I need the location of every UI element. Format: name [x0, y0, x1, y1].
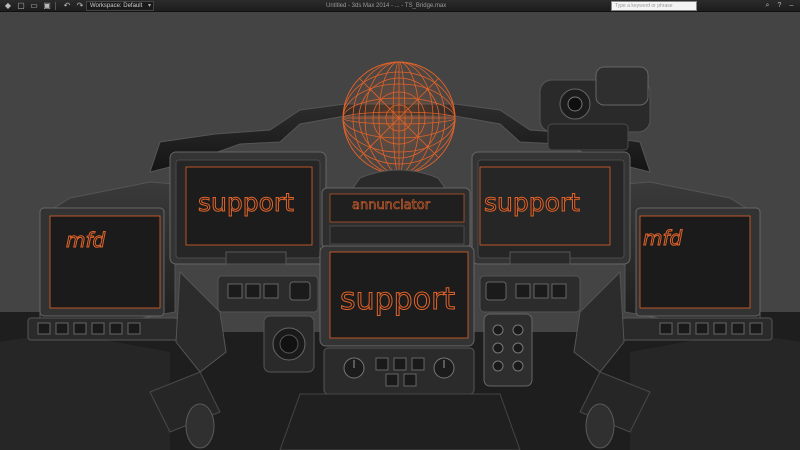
round-knob-panel: [263, 315, 315, 373]
sphere-pedestal: [352, 169, 446, 189]
document-title: Untitled - 3ds Max 2014 - ... - TS_Bridg…: [326, 3, 447, 9]
left-button-strip: [27, 317, 179, 341]
chevron-down-icon: ▾: [147, 3, 151, 9]
workspace-dropdown[interactable]: Workspace: Default ▾: [86, 1, 154, 11]
support-right-label: support: [484, 188, 581, 218]
app-logo-icon[interactable]: ◆: [3, 1, 13, 10]
search-placeholder: Type a keyword or phrase: [615, 3, 673, 9]
search-input[interactable]: Type a keyword or phrase: [611, 1, 697, 11]
help-icon[interactable]: ?: [775, 1, 784, 10]
annunciator-panel: [321, 187, 471, 249]
new-file-icon[interactable]: ▢: [16, 1, 26, 10]
center-pedestal: [279, 393, 521, 450]
titlebar-right-tools: ⌕ ? –: [763, 1, 796, 10]
3d-viewport[interactable]: support support support annunciator mfd …: [0, 12, 800, 450]
support-left-label: support: [198, 188, 295, 218]
mfd-left-label: mfd: [65, 228, 106, 253]
wireframe-sphere: [342, 61, 456, 175]
workspace-label: Workspace: Default: [90, 3, 143, 9]
support-center-label: support: [339, 282, 456, 318]
left-control-block: [217, 275, 319, 313]
lower-dial-panel: [323, 347, 475, 395]
open-file-icon[interactable]: ▭: [29, 1, 39, 10]
undo-icon[interactable]: ↶: [62, 1, 72, 10]
camera-pod: [539, 66, 651, 151]
mfd-right-label: mfd: [642, 226, 683, 251]
toolbar-divider: [55, 1, 56, 10]
mfd-left-screen: [39, 207, 165, 317]
minimize-icon[interactable]: –: [787, 1, 796, 10]
right-button-strip: [621, 317, 773, 341]
annunciator-label: annunciator: [352, 198, 431, 214]
mfd-right-screen: [635, 207, 761, 317]
search-icon[interactable]: ⌕: [763, 1, 772, 10]
save-file-icon[interactable]: ▣: [42, 1, 52, 10]
redo-icon[interactable]: ↷: [75, 1, 85, 10]
keypad-panel: [483, 313, 533, 387]
right-control-block: [479, 275, 581, 313]
